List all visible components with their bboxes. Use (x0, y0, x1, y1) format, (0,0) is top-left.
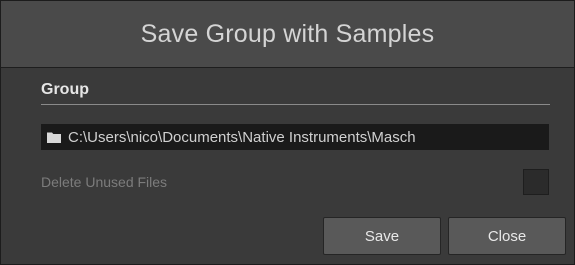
delete-unused-files-label: Delete Unused Files (41, 174, 168, 190)
group-path-text: C:\Users\nico\Documents\Native Instrumen… (68, 128, 416, 146)
group-path-field[interactable]: C:\Users\nico\Documents\Native Instrumen… (41, 124, 549, 150)
delete-unused-files-checkbox[interactable] (523, 169, 549, 195)
save-group-dialog: Save Group with Samples Group C:\Users\n… (0, 0, 575, 265)
dialog-titlebar: Save Group with Samples (1, 1, 574, 68)
group-section-label: Group (41, 81, 89, 98)
save-button[interactable]: Save (323, 217, 441, 255)
folder-icon (47, 132, 61, 143)
dialog-title: Save Group with Samples (140, 19, 435, 48)
section-divider (41, 104, 550, 105)
close-button[interactable]: Close (448, 217, 566, 255)
